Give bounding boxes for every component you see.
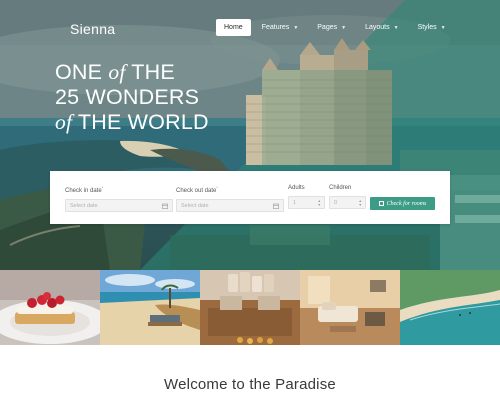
nav-item-label: Layouts — [365, 24, 390, 31]
photo-gallery-strip — [0, 270, 500, 345]
aerial-coast-photo[interactable] — [400, 270, 500, 345]
brand-logo[interactable]: Sienna — [70, 21, 115, 37]
chevron-down-icon: ▼ — [341, 24, 347, 31]
hotel-room-photo[interactable] — [300, 270, 400, 345]
nav-item-layouts[interactable]: Layouts ▼ — [357, 19, 406, 36]
nav-item-label: Features — [261, 24, 290, 31]
nav-item-label: Styles — [417, 24, 437, 31]
adults-label: Adults — [288, 185, 305, 191]
chevron-down-icon: ▼ — [293, 24, 299, 31]
hero-headline-line-2: 25 WONDERS — [55, 85, 200, 109]
children-field: Children 0 ▲ ▼ — [329, 185, 366, 209]
nav-item-label: Pages — [317, 24, 338, 31]
lounge-photo[interactable] — [200, 270, 300, 345]
calendar-icon — [378, 201, 384, 206]
checkout-field: Check out date* Select date — [176, 185, 284, 212]
checkin-label: Check in date* — [65, 185, 104, 194]
hero-background-image — [0, 0, 500, 270]
hero-headline: ONE of THE 25 WONDERS of THE WORLD — [55, 60, 209, 135]
checkout-date-input[interactable]: Select date — [176, 199, 284, 212]
nav-item-pages[interactable]: Pages ▼ — [309, 19, 354, 36]
children-label: Children — [329, 185, 352, 191]
main-nav: Home Features ▼ Pages ▼ Layouts ▼ Styles… — [216, 19, 457, 36]
beach-photo[interactable] — [100, 270, 200, 345]
checkin-field: Check in date* Select date — [65, 185, 173, 212]
welcome-heading: Welcome to the Paradise — [164, 376, 336, 393]
hero-section: Sienna Home Features ▼ Pages ▼ Layouts ▼… — [0, 0, 500, 270]
chevron-down-icon: ▼ — [440, 24, 446, 31]
adults-stepper[interactable]: 1 ▲ ▼ — [288, 196, 325, 209]
spinner-arrows-icon[interactable]: ▲ ▼ — [318, 199, 321, 207]
children-stepper[interactable]: 0 ▲ ▼ — [329, 196, 366, 209]
spinner-arrows-icon[interactable]: ▲ ▼ — [359, 199, 362, 207]
dessert-photo[interactable] — [0, 270, 100, 345]
nav-item-features[interactable]: Features ▼ — [254, 19, 307, 36]
nav-item-label: Home — [224, 24, 243, 31]
hero-headline-line-1: ONE of THE — [55, 60, 175, 84]
calendar-icon — [273, 203, 279, 209]
nav-item-styles[interactable]: Styles ▼ — [410, 19, 454, 36]
checkout-label: Check out date* — [176, 185, 218, 194]
check-rooms-button[interactable]: Check for rooms — [370, 197, 435, 210]
hero-headline-line-3: of THE WORLD — [55, 110, 209, 134]
adults-field: Adults 1 ▲ ▼ — [288, 185, 325, 209]
calendar-icon — [162, 203, 168, 209]
check-rooms-label: Check for rooms — [386, 200, 427, 207]
nav-item-home[interactable]: Home — [216, 19, 251, 36]
chevron-down-icon: ▼ — [393, 24, 399, 31]
checkin-date-input[interactable]: Select date — [65, 199, 173, 212]
